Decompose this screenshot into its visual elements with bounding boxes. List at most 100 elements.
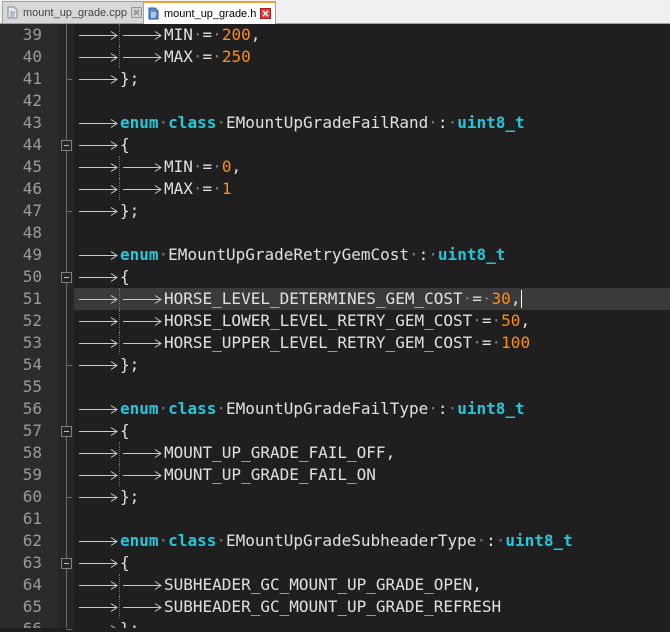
code-line[interactable]: {: [74, 266, 670, 288]
code-text: {: [120, 266, 130, 288]
tab-arrow-icon: [79, 449, 118, 458]
code-line[interactable]: MAX·=·250: [74, 46, 670, 68]
code-line[interactable]: };: [74, 68, 670, 90]
code-line[interactable]: enum·class·EMountUpGradeSubheaderType·:·…: [74, 530, 670, 552]
code-token: ·: [409, 245, 419, 264]
code-token: ,: [510, 289, 521, 308]
code-line[interactable]: [74, 222, 670, 244]
tab-arrow-icon: [79, 559, 118, 568]
line-number: 55: [22, 377, 42, 396]
indent-guide: [119, 310, 121, 332]
code-token: ·: [216, 531, 226, 550]
code-token: =: [472, 289, 482, 308]
code-token: enum: [120, 113, 159, 132]
code-line[interactable]: enum·class·EMountUpGradeFailType·:·uint8…: [74, 398, 670, 420]
code-line[interactable]: {: [74, 420, 670, 442]
code-text: {: [120, 134, 130, 156]
code-token: HORSE_LEVEL_DETERMINES_GEM_COST: [164, 289, 463, 308]
indent-guide: [119, 332, 121, 354]
code-token: 200: [221, 25, 251, 44]
code-line[interactable]: MIN·=·0,: [74, 156, 670, 178]
tab-arrow-icon: [79, 361, 118, 370]
tab-arrow-icon: [79, 317, 118, 326]
line-number: 45: [22, 157, 42, 176]
code-token: 30: [491, 289, 511, 308]
code-token: enum: [120, 245, 159, 264]
code-text: enum·EMountUpGradeRetryGemCost·:·uint8_t: [120, 244, 505, 266]
fold-end-marker: [66, 497, 72, 498]
line-number: 41: [22, 69, 42, 88]
line-number: 39: [22, 25, 42, 44]
line-number: 49: [22, 245, 42, 264]
code-token: ·: [491, 333, 502, 352]
code-token: ·: [158, 531, 169, 550]
tab-arrow-icon: [123, 185, 162, 194]
code-area[interactable]: MIN·=·200, MAX·=·250}; enum·class·EMountUp…: [74, 24, 670, 632]
indent-guide: [119, 288, 121, 310]
code-line[interactable]: enum·EMountUpGradeRetryGemCost·:·uint8_t: [74, 244, 670, 266]
indent-guide: [119, 178, 121, 200]
code-text: SUBHEADER_GC_MOUNT_UP_GRADE_REFRESH: [164, 596, 501, 618]
fold-collapse-icon[interactable]: [61, 558, 72, 569]
code-token: };: [120, 487, 140, 506]
code-token: ·: [462, 289, 473, 308]
fold-collapse-icon[interactable]: [61, 140, 72, 151]
tab-arrow-icon: [123, 317, 162, 326]
line-number: 50: [22, 267, 42, 286]
code-token: MAX: [164, 47, 193, 66]
tab-arrow-icon: [123, 603, 162, 612]
indent-guide: [119, 596, 121, 618]
code-token: ·: [158, 399, 169, 418]
code-line[interactable]: enum·class·EMountUpGradeFailRand·:·uint8…: [74, 112, 670, 134]
code-line[interactable]: [74, 376, 670, 398]
code-token: ,: [520, 311, 531, 330]
code-token: ·: [447, 113, 458, 132]
tab-arrow-icon: [123, 581, 162, 590]
code-token: ,: [472, 575, 482, 594]
indent-guide: [119, 442, 121, 464]
fold-collapse-icon[interactable]: [61, 272, 72, 283]
code-line[interactable]: {: [74, 134, 670, 156]
tab-mount-up-grade-cpp[interactable]: mount_up_grade.cpp: [2, 1, 147, 23]
code-token: =: [481, 333, 492, 352]
close-icon[interactable]: [260, 8, 272, 19]
tab-arrow-icon: [123, 471, 162, 480]
code-line[interactable]: HORSE_UPPER_LEVEL_RETRY_GEM_COST·=·100: [74, 332, 670, 354]
fold-end-marker: [66, 629, 72, 630]
code-line[interactable]: HORSE_LOWER_LEVEL_RETRY_GEM_COST·=·50,: [74, 310, 670, 332]
tab-arrow-icon: [123, 163, 162, 172]
tab-arrow-icon: [79, 119, 118, 128]
code-token: MOUNT_UP_GRADE_FAIL_OFF: [164, 443, 386, 462]
code-line[interactable]: {: [74, 552, 670, 574]
code-line[interactable]: SUBHEADER_GC_MOUNT_UP_GRADE_REFRESH: [74, 596, 670, 618]
code-line[interactable]: };: [74, 200, 670, 222]
tab-arrow-icon: [123, 31, 162, 40]
code-line[interactable]: [74, 90, 670, 112]
tab-arrow-icon: [79, 427, 118, 436]
tab-mount-up-grade-h[interactable]: mount_up_grade.h: [143, 1, 277, 24]
code-line[interactable]: };: [74, 354, 670, 376]
code-line[interactable]: [74, 508, 670, 530]
line-number: 48: [22, 223, 42, 242]
code-token: 50: [501, 311, 521, 330]
code-text: MAX·=·1: [164, 178, 231, 200]
code-editor[interactable]: 39 40 41 42 43 44 45 46 47 48 49 50 51 52 53 54 55 56 57 58…: [0, 24, 670, 632]
tab-arrow-icon: [79, 53, 118, 62]
code-line[interactable]: MOUNT_UP_GRADE_FAIL_OFF,: [74, 442, 670, 464]
code-line[interactable]: MAX·=·1: [74, 178, 670, 200]
code-text: enum·class·EMountUpGradeFailRand·:·uint8…: [120, 112, 525, 134]
code-token: HORSE_UPPER_LEVEL_RETRY_GEM_COST: [164, 333, 473, 352]
code-line[interactable]: };: [74, 486, 670, 508]
code-line[interactable]: HORSE_LEVEL_DETERMINES_GEM_COST·=·30,: [74, 288, 670, 310]
code-token: MOUNT_UP_GRADE_FAIL_ON: [164, 465, 376, 484]
code-token: enum: [120, 531, 159, 550]
code-line[interactable]: MOUNT_UP_GRADE_FAIL_ON: [74, 464, 670, 486]
code-token: uint8_t: [457, 113, 525, 132]
code-line[interactable]: MIN·=·200,: [74, 24, 670, 46]
code-line[interactable]: SUBHEADER_GC_MOUNT_UP_GRADE_OPEN,: [74, 574, 670, 596]
code-text: MAX·=·250: [164, 46, 251, 68]
fold-collapse-icon[interactable]: [61, 426, 72, 437]
code-token: uint8_t: [505, 531, 573, 550]
code-token: ·: [428, 113, 438, 132]
close-icon[interactable]: [130, 7, 142, 18]
